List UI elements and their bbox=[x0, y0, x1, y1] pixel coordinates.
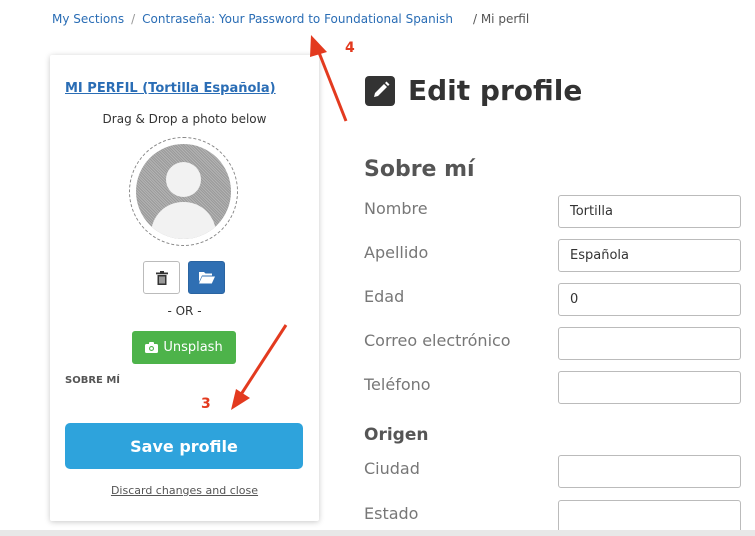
correo-field[interactable] bbox=[558, 327, 741, 360]
estado-label: Estado bbox=[364, 504, 419, 523]
page-bottom-edge bbox=[0, 530, 755, 536]
apellido-field[interactable]: Española bbox=[558, 239, 741, 272]
profile-card: MI PERFIL (Tortilla Española) Drag & Dro… bbox=[50, 55, 319, 521]
profile-card-title[interactable]: MI PERFIL (Tortilla Española) bbox=[65, 81, 276, 96]
breadcrumb: My Sections / Contraseña: Your Password to… bbox=[52, 12, 530, 26]
unsplash-label: Unsplash bbox=[163, 340, 223, 355]
unsplash-button[interactable]: Unsplash bbox=[132, 331, 236, 364]
telefono-label: Teléfono bbox=[364, 375, 431, 394]
drag-drop-text: Drag & Drop a photo below bbox=[102, 112, 267, 126]
origen-heading: Origen bbox=[364, 425, 429, 445]
discard-changes-link[interactable]: Discard changes and close bbox=[50, 484, 319, 497]
edit-profile-header: Edit profile bbox=[365, 74, 582, 107]
upload-photo-button[interactable] bbox=[188, 261, 225, 294]
ciudad-label: Ciudad bbox=[364, 459, 420, 478]
breadcrumb-current: / Mi perfil bbox=[472, 12, 530, 26]
nombre-field[interactable]: Tortilla bbox=[558, 195, 741, 228]
avatar-placeholder-icon bbox=[136, 144, 231, 239]
breadcrumb-course[interactable]: Contraseña: Your Password to Foundationa… bbox=[142, 12, 453, 26]
breadcrumb-my-sections[interactable]: My Sections bbox=[52, 12, 124, 26]
camera-icon bbox=[145, 342, 159, 353]
ciudad-field[interactable] bbox=[558, 455, 741, 488]
apellido-label: Apellido bbox=[364, 243, 429, 262]
trash-icon bbox=[155, 270, 168, 285]
delete-photo-button[interactable] bbox=[143, 261, 180, 294]
pencil-square-icon bbox=[365, 75, 395, 106]
page-title: Edit profile bbox=[408, 74, 583, 107]
sobre-mi-heading: Sobre mí bbox=[364, 157, 475, 182]
telefono-field[interactable] bbox=[558, 371, 741, 404]
estado-field[interactable] bbox=[558, 500, 741, 533]
save-profile-button[interactable]: Save profile bbox=[65, 423, 303, 469]
or-separator: - OR - bbox=[167, 304, 202, 318]
annotation-step-3: 3 bbox=[201, 396, 211, 412]
sobre-mi-label: SOBRE MÍ bbox=[65, 375, 121, 386]
nombre-label: Nombre bbox=[364, 199, 428, 218]
correo-label: Correo electrónico bbox=[364, 331, 511, 350]
edad-field[interactable]: 0 bbox=[558, 283, 741, 316]
annotation-step-4: 4 bbox=[345, 40, 355, 56]
folder-open-icon bbox=[198, 272, 215, 284]
edad-label: Edad bbox=[364, 287, 405, 306]
photo-drop-zone[interactable] bbox=[129, 137, 238, 246]
